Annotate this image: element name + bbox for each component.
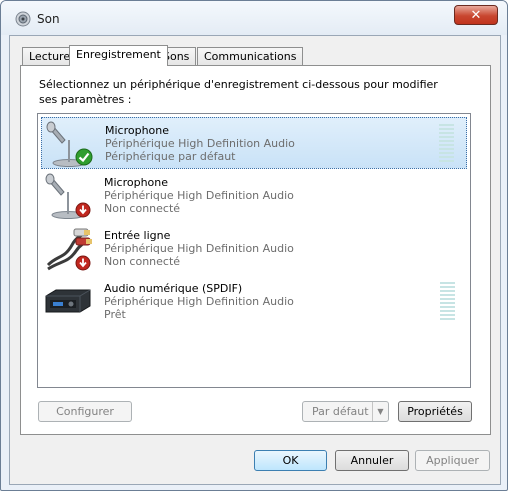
unplugged-icon: [75, 255, 91, 271]
level-meter: [440, 282, 455, 322]
dialog-body: Lecture Enregistrement Sons Communicatio…: [9, 35, 501, 485]
device-text: Entrée ligne Périphérique High Definitio…: [104, 229, 294, 268]
close-button[interactable]: ✕: [454, 5, 498, 25]
instructions-text: Sélectionnez un périphérique d'enregistr…: [39, 78, 438, 106]
properties-button[interactable]: Propriétés: [398, 401, 472, 422]
device-name: Microphone: [104, 176, 169, 189]
list-item-device[interactable]: Entrée ligne Périphérique High Definitio…: [41, 223, 467, 275]
tab-enregistrement[interactable]: Enregistrement: [69, 45, 168, 66]
list-item-device[interactable]: Microphone Périphérique High Definition …: [41, 117, 467, 169]
recording-panel: Sélectionnez un périphérique d'enregistr…: [20, 65, 491, 435]
cancel-button[interactable]: Annuler: [335, 450, 409, 471]
speaker-icon: [15, 11, 31, 27]
default-check-icon: [75, 148, 93, 166]
device-status: Non connecté: [104, 202, 181, 215]
configure-button[interactable]: Configurer: [38, 401, 132, 422]
sound-dialog: Son ✕ Lecture Enregistrement Sons Commun…: [0, 0, 508, 491]
device-text: Microphone Périphérique High Definition …: [105, 124, 295, 163]
device-name: Audio numérique (SPDIF): [104, 282, 243, 295]
device-text: Audio numérique (SPDIF) Périphérique Hig…: [104, 282, 294, 321]
device-status: Prêt: [104, 308, 126, 321]
title-bar[interactable]: Son ✕: [1, 1, 507, 35]
set-default-button[interactable]: Par défaut ▼: [302, 401, 389, 422]
device-name: Entrée ligne: [104, 229, 171, 242]
list-item-device[interactable]: Microphone Périphérique High Definition …: [41, 170, 467, 222]
device-driver: Périphérique High Definition Audio: [104, 295, 294, 308]
digital-audio-device-icon: [45, 289, 91, 313]
list-item-device[interactable]: Audio numérique (SPDIF) Périphérique Hig…: [41, 276, 467, 328]
chevron-down-icon[interactable]: ▼: [372, 402, 388, 421]
unplugged-icon: [75, 202, 91, 218]
tab-communications[interactable]: Communications: [197, 47, 304, 65]
device-text: Microphone Périphérique High Definition …: [104, 176, 294, 215]
apply-button[interactable]: Appliquer: [415, 450, 490, 471]
device-list[interactable]: Microphone Périphérique High Definition …: [37, 113, 471, 388]
device-name: Microphone: [105, 124, 170, 137]
device-status: Périphérique par défaut: [105, 150, 236, 163]
device-driver: Périphérique High Definition Audio: [104, 189, 294, 202]
device-driver: Périphérique High Definition Audio: [104, 242, 294, 255]
close-icon: ✕: [470, 7, 482, 23]
ok-button[interactable]: OK: [254, 450, 327, 471]
window-title: Son: [37, 12, 60, 26]
device-status: Non connecté: [104, 255, 181, 268]
level-meter: [439, 124, 454, 164]
device-driver: Périphérique High Definition Audio: [105, 137, 295, 150]
